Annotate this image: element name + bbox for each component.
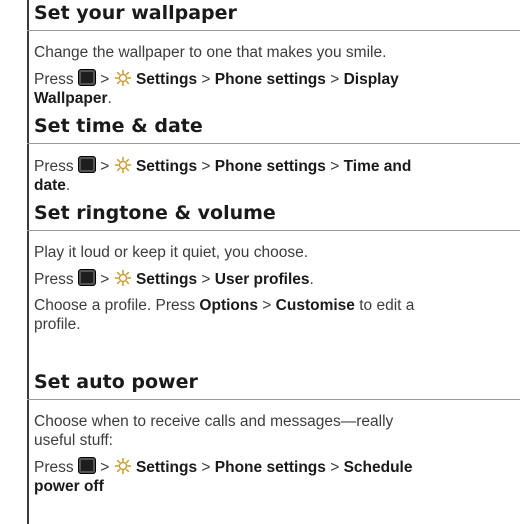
instruction-line-cont: Wallpaper. (34, 90, 112, 107)
menu-key-icon (77, 269, 96, 286)
section-heading: Set time & date (34, 115, 203, 137)
divider (27, 143, 520, 144)
section-auto-power: Set auto power Choose when to receive ca… (27, 369, 520, 496)
section-wallpaper: Set your wallpaper Change the wallpaper … (27, 0, 520, 108)
section-ringtone-volume: Set ringtone & volume Play it loud or ke… (27, 200, 520, 334)
section-heading: Set your wallpaper (34, 2, 237, 24)
section-intro-cont: useful stuff: (34, 432, 113, 449)
section-intro: Play it loud or keep it quiet, you choos… (34, 244, 308, 261)
gear-icon (114, 69, 131, 87)
instruction-line-cont: power off (34, 478, 104, 495)
section-heading: Set auto power (34, 371, 198, 393)
profile-instruction-cont: profile. (34, 316, 81, 333)
section-intro: Choose when to receive calls and message… (34, 413, 394, 430)
manual-page: Set your wallpaper Change the wallpaper … (0, 0, 520, 524)
instruction-line-cont: date. (34, 177, 71, 194)
left-margin-rule (27, 0, 29, 524)
profile-instruction: Choose a profile. Press Options > Custom… (34, 297, 415, 314)
menu-key-icon (77, 156, 96, 173)
instruction-line: Press > Settings > Phone settings > Time… (34, 156, 412, 175)
section-intro: Change the wallpaper to one that makes y… (34, 44, 387, 61)
divider (27, 230, 520, 231)
menu-key-icon (77, 457, 96, 474)
divider (27, 399, 520, 400)
section-time-date: Set time & date Press > Settings > Phone… (27, 113, 520, 195)
gear-icon (114, 269, 131, 287)
menu-key-icon (77, 69, 96, 86)
section-heading: Set ringtone & volume (34, 202, 276, 224)
gear-icon (114, 156, 131, 174)
instruction-line: Press > Settings > Phone settings > Sche… (34, 457, 413, 476)
divider (27, 30, 520, 31)
instruction-line: Press > Settings > User profiles. (34, 269, 314, 288)
instruction-line: Press > Settings > Phone settings > Disp… (34, 69, 399, 88)
gear-icon (114, 457, 131, 475)
